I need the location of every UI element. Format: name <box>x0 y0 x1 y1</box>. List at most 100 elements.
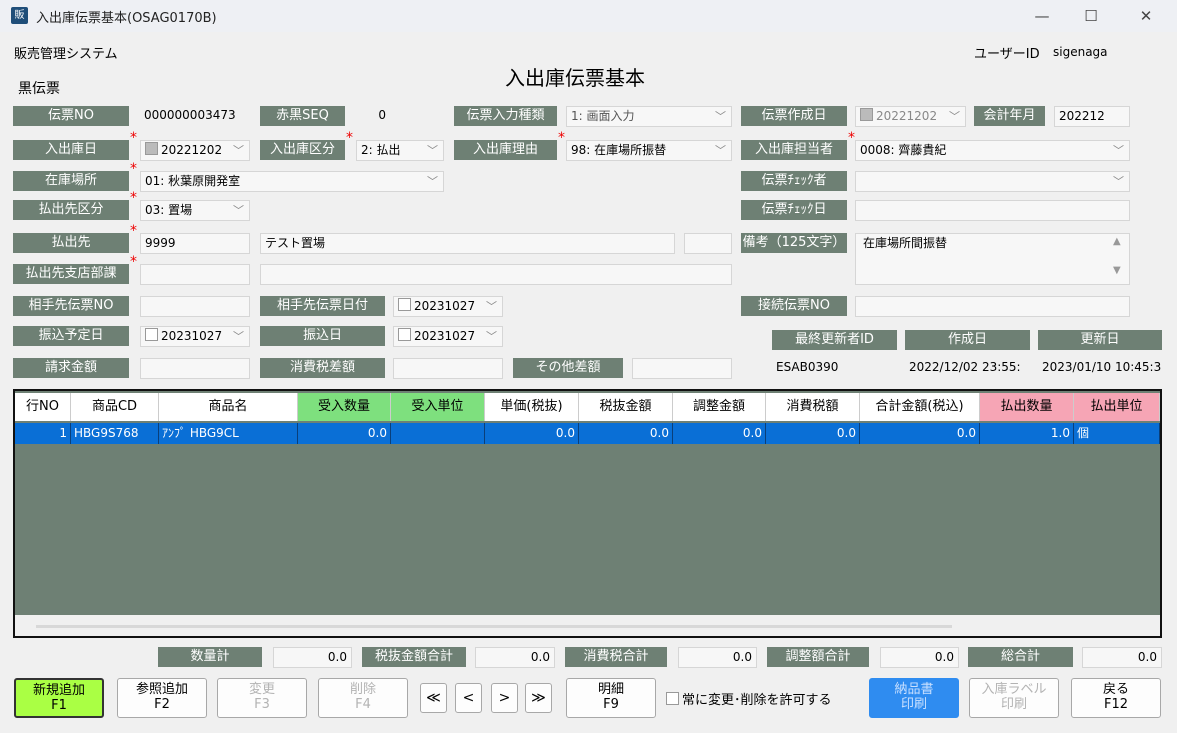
horizontal-scrollbar[interactable] <box>36 625 952 628</box>
dest-code-field[interactable]: 9999 <box>140 233 250 254</box>
dest-branch-name-field[interactable] <box>260 264 732 285</box>
dest-name-field[interactable]: テスト置場 <box>260 233 675 254</box>
table-cell[interactable]: 0.0 <box>673 423 766 444</box>
io-staff-select[interactable]: 0008: 齊藤貴紀 ﹀ <box>855 140 1130 161</box>
table-cell[interactable]: 個 <box>1074 423 1160 444</box>
input-type-label: 伝票入力種類 <box>454 106 557 126</box>
link-slip-no-field[interactable] <box>855 296 1130 317</box>
change-label: 変更 <box>248 682 275 697</box>
transfer-date-label: 振込日 <box>260 326 385 346</box>
required-mark: * <box>130 190 137 206</box>
table-cell[interactable]: 0.0 <box>766 423 860 444</box>
io-date-value: 20221202 <box>161 143 223 157</box>
tax-diff-field[interactable] <box>393 358 503 379</box>
created-date-value: 20221202 <box>876 109 938 123</box>
chevron-down-icon: ﹀ <box>427 144 438 157</box>
table-cell[interactable]: ｱﾝﾌﾟ HBG9CL <box>159 423 298 444</box>
table-cell[interactable] <box>391 423 485 444</box>
table-cell[interactable]: 0.0 <box>860 423 980 444</box>
column-header[interactable]: 商品名 <box>159 393 298 421</box>
column-header[interactable]: 払出数量 <box>980 393 1074 421</box>
stock-location-select[interactable]: 01: 秋葉原開発室 ﹀ <box>140 171 444 192</box>
grand-total-label: 総合計 <box>968 647 1073 667</box>
column-header[interactable]: 払出単位 <box>1074 393 1160 421</box>
note-textarea[interactable]: 在庫場所間振替 <box>855 233 1130 285</box>
partner-slip-date-field[interactable]: 20231027 ﹀ <box>393 296 503 317</box>
io-date-field[interactable]: 20221202 ﹀ <box>140 140 250 161</box>
partner-slip-no-field[interactable] <box>140 296 250 317</box>
required-mark: * <box>130 254 137 270</box>
table-cell[interactable]: 1 <box>15 423 71 444</box>
delete-button[interactable]: 削除 F4 <box>318 678 408 718</box>
detail-grid[interactable]: 行NO 商品CD 商品名 受入数量 受入単位 単価(税抜) 税抜金額 調整金額 … <box>13 389 1162 638</box>
table-cell[interactable]: 0.0 <box>298 423 391 444</box>
io-class-select[interactable]: 2: 払出 ﹀ <box>356 140 444 161</box>
new-add-button[interactable]: 新規追加 F1 <box>14 678 104 718</box>
slip-checker-select[interactable]: ﹀ <box>855 171 1130 192</box>
adjust-total-label: 調整額合計 <box>767 647 869 667</box>
column-header[interactable]: 税抜金額 <box>579 393 673 421</box>
column-header[interactable]: 単価(税抜) <box>485 393 579 421</box>
chevron-down-icon: ﹀ <box>486 300 497 313</box>
last-page-button[interactable]: ≫ <box>525 683 552 713</box>
account-month-value: 202212 <box>1054 106 1130 127</box>
scroll-down-icon[interactable]: ▼ <box>1113 265 1121 276</box>
first-page-button[interactable]: ≪ <box>420 683 447 713</box>
column-header[interactable]: 行NO <box>15 393 71 421</box>
chevron-down-icon: ﹀ <box>427 175 438 188</box>
dest-class-select[interactable]: 03: 置場 ﹀ <box>140 200 250 221</box>
column-header[interactable]: 商品CD <box>71 393 159 421</box>
created-value: 2022/12/02 23:55: <box>909 360 1021 374</box>
maximize-icon[interactable]: ☐ <box>1081 6 1101 26</box>
io-reason-select[interactable]: 98: 在庫場所振替 ﹀ <box>566 140 732 161</box>
transfer-plan-date-field[interactable]: 20231027 ﹀ <box>140 326 250 347</box>
back-button[interactable]: 戻る F12 <box>1071 678 1161 718</box>
reference-add-label: 参照追加 <box>135 682 188 697</box>
reference-add-button[interactable]: 参照追加 F2 <box>117 678 207 718</box>
table-cell[interactable]: 0.0 <box>579 423 673 444</box>
dest-branch-code-field[interactable] <box>140 264 250 285</box>
dest-extra-field[interactable] <box>684 233 732 254</box>
transfer-date-field[interactable]: 20231027 ﹀ <box>393 326 503 347</box>
allow-edit-checkbox[interactable]: 常に変更･削除を許可する <box>666 689 832 708</box>
slip-no-value: 000000003473 <box>144 108 236 122</box>
label-print-button[interactable]: 入庫ラベル 印刷 <box>969 678 1059 718</box>
checkbox-icon <box>398 328 411 341</box>
user-label: ユーザーID <box>974 47 1040 62</box>
prev-page-button[interactable]: < <box>455 683 482 713</box>
new-add-label: 新規追加 <box>32 683 85 698</box>
slip-checker-label: 伝票ﾁｪｯｸ者 <box>741 171 847 191</box>
chevron-down-icon: ﹀ <box>715 144 726 157</box>
change-button[interactable]: 変更 F3 <box>217 678 307 718</box>
billing-amount-field[interactable] <box>140 358 250 379</box>
column-header[interactable]: 受入数量 <box>298 393 391 421</box>
table-cell[interactable]: 0.0 <box>485 423 579 444</box>
column-header[interactable]: 調整金額 <box>673 393 766 421</box>
column-header[interactable]: 合計金額(税込) <box>860 393 980 421</box>
transfer-plan-date-value: 20231027 <box>161 329 223 343</box>
other-diff-label: その他差額 <box>513 358 623 378</box>
column-header[interactable]: 受入単位 <box>391 393 485 421</box>
grand-total-value: 0.0 <box>1082 647 1162 668</box>
column-header[interactable]: 消費税額 <box>766 393 860 421</box>
stock-location-label: 在庫場所 <box>13 171 129 191</box>
close-icon[interactable]: ✕ <box>1136 6 1156 26</box>
minimize-icon[interactable]: — <box>1032 6 1052 26</box>
delivery-print-label: 納品書 <box>894 682 934 697</box>
detail-button[interactable]: 明細 F9 <box>566 678 656 718</box>
table-cell[interactable]: 1.0 <box>980 423 1074 444</box>
table-cell[interactable]: HBG9S768 <box>71 423 159 444</box>
app-icon: 販 <box>11 7 28 24</box>
next-page-button[interactable]: > <box>491 683 518 713</box>
input-type-select[interactable]: 1: 画面入力 ﹀ <box>566 106 732 127</box>
excl-tax-total-value: 0.0 <box>475 647 555 668</box>
dest-branch-label: 払出先支店部課 <box>13 264 129 284</box>
scroll-up-icon[interactable]: ▲ <box>1113 236 1121 247</box>
updated-label: 更新日 <box>1038 330 1162 350</box>
slip-check-date-field[interactable] <box>855 200 1130 221</box>
other-diff-field[interactable] <box>632 358 732 379</box>
created-date-field[interactable]: 20221202 ﹀ <box>855 106 966 127</box>
created-label: 作成日 <box>905 330 1030 350</box>
delete-key: F4 <box>355 697 371 712</box>
delivery-print-button[interactable]: 納品書 印刷 <box>869 678 959 718</box>
